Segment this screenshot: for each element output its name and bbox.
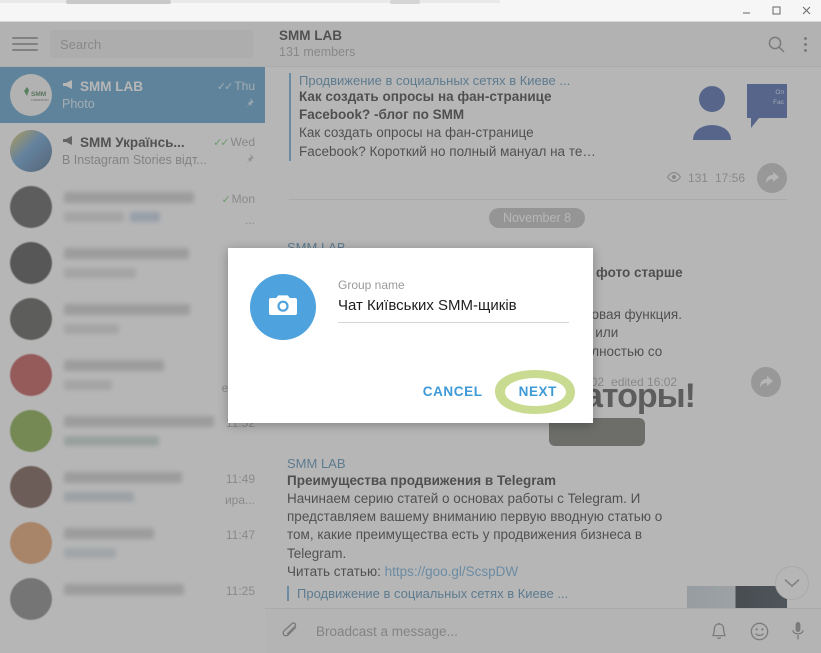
group-name-input[interactable]: Чат Київських SMM-щиків: [338, 297, 569, 323]
next-button-wrapper: NEXT: [494, 370, 575, 414]
titlebar-tab-hint: [66, 0, 171, 4]
titlebar-tab-hint-secondary: [390, 0, 420, 4]
window-minimize-button[interactable]: [731, 0, 761, 22]
cancel-button[interactable]: CANCEL: [409, 376, 497, 407]
dialog-actions: CANCEL NEXT: [409, 370, 575, 414]
group-name-field[interactable]: Group name Чат Київських SMM-щиків: [338, 274, 569, 323]
camera-icon: [268, 292, 298, 323]
group-name-label: Group name: [338, 278, 405, 292]
create-group-dialog: Group name Чат Київських SMM-щиків CANCE…: [228, 248, 593, 423]
dialog-content-row: Group name Чат Київських SMM-щиків: [250, 274, 569, 340]
window-close-button[interactable]: [791, 0, 821, 22]
window-maximize-button[interactable]: [761, 0, 791, 22]
next-button[interactable]: NEXT: [505, 376, 571, 407]
telegram-desktop-window: Search SMM LABORATORY: [0, 0, 821, 653]
group-photo-upload-button[interactable]: [250, 274, 316, 340]
window-titlebar: [0, 0, 821, 22]
